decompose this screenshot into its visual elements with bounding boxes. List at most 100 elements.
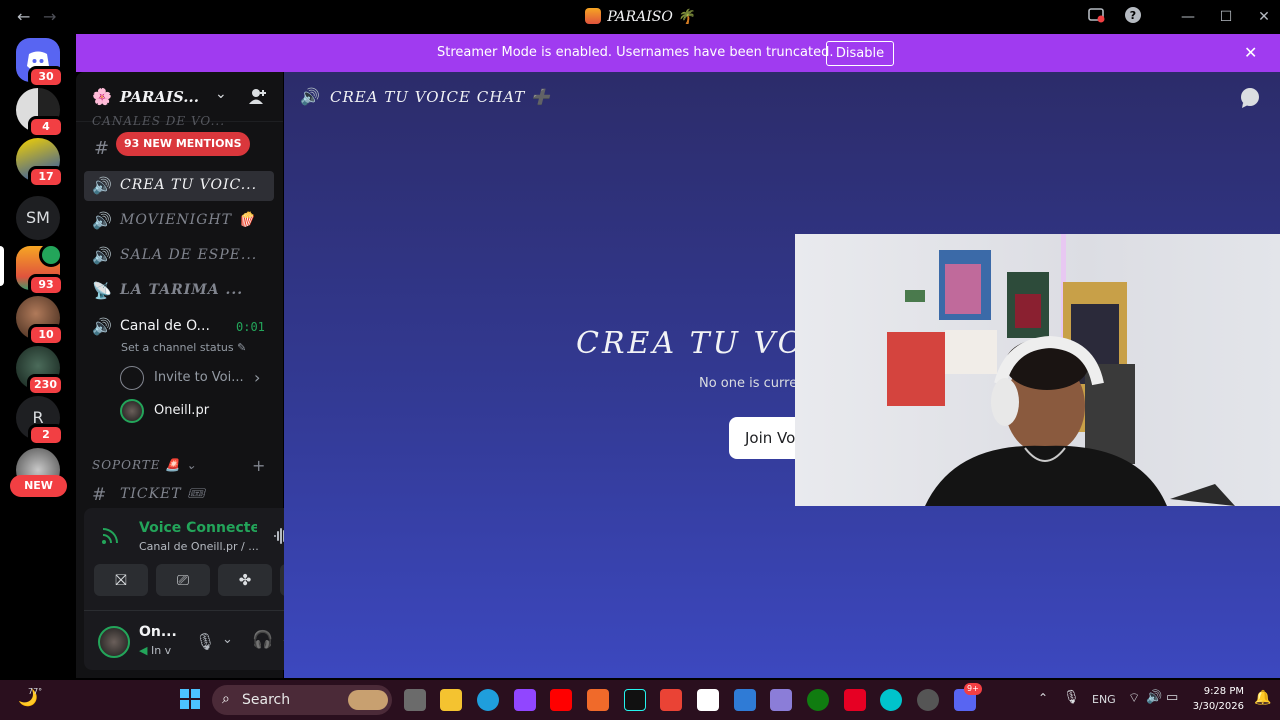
channel-canal-de-oneill[interactable]: 🔊 Canal de O... 0:01 <box>84 312 274 342</box>
volume-icon[interactable]: 🔊 <box>1146 690 1162 705</box>
channel-sala-de-espera[interactable]: 🔊 SALA DE ESPE... <box>84 241 274 271</box>
server-icon-r[interactable]: R 2 <box>16 396 64 446</box>
chevron-right-icon: › <box>254 368 261 387</box>
chevron-down-icon: ⌄ <box>186 458 198 472</box>
chat-bubble-icon[interactable] <box>1239 87 1261 113</box>
close-icon[interactable]: ✕ <box>1244 43 1257 62</box>
edge-icon[interactable] <box>477 689 499 711</box>
help-icon[interactable]: ? <box>1122 6 1144 28</box>
notification-bell-icon[interactable]: 🔔 <box>1254 690 1271 706</box>
clock-date[interactable]: 3/30/2026 <box>1190 701 1244 712</box>
channel-crea-tu-voice[interactable]: 🔊 CREA TU VOIC... <box>84 171 274 201</box>
pencil-icon: ✎ <box>237 341 247 354</box>
capcut-icon[interactable] <box>697 689 719 711</box>
close-window-button[interactable]: ✕ <box>1253 6 1275 28</box>
add-member-icon[interactable] <box>248 86 268 110</box>
store-icon[interactable] <box>734 689 756 711</box>
channel-label: LA TARIMA ... <box>120 282 244 298</box>
server-icon-1[interactable]: 4 <box>16 88 64 138</box>
screen-share-button[interactable]: ⎚ <box>156 564 210 596</box>
invite-to-voice[interactable]: Invite to Voi... › <box>120 366 270 390</box>
stage-icon: 📡 <box>92 281 112 300</box>
speaker-icon: ◀ <box>139 644 148 657</box>
channel-ticket[interactable]: # TICKET 🎟 <box>84 482 274 508</box>
voice-create-icon: 🔊 <box>92 176 112 195</box>
channel-movienight[interactable]: 🔊 MOVIENIGHT 🍿 <box>84 206 274 236</box>
microphone-icon[interactable]: 🎙 <box>1063 690 1080 705</box>
server-icon-6[interactable]: 230 <box>16 346 64 396</box>
battery-icon[interactable]: ▭ <box>1166 690 1178 705</box>
taskbar-search[interactable]: ⌕ Search <box>212 685 392 715</box>
webcam-overlay <box>795 234 1280 506</box>
discord-home-button[interactable]: 30 <box>16 38 64 88</box>
speaker-icon <box>39 243 63 267</box>
activities-button[interactable]: ✤ <box>218 564 272 596</box>
app-icon[interactable] <box>770 689 792 711</box>
user-status: ◀ In v <box>139 644 171 657</box>
hash-icon: # <box>92 485 107 505</box>
canva-icon[interactable] <box>880 689 902 711</box>
chevron-down-icon[interactable]: ⌄ <box>222 632 233 647</box>
language-indicator[interactable]: ENG <box>1092 693 1116 706</box>
disable-streamer-mode-button[interactable]: Disable <box>826 41 894 66</box>
home-badge: 30 <box>28 66 64 88</box>
microphone-icon[interactable]: 🎙 <box>195 632 215 651</box>
server-icon-2[interactable]: 17 <box>16 138 64 188</box>
user-name[interactable]: On... <box>139 624 177 640</box>
youtube-icon[interactable] <box>550 689 572 711</box>
task-view-icon[interactable] <box>404 689 426 711</box>
minimize-button[interactable]: — <box>1177 6 1199 28</box>
server-icon-sm[interactable]: SM <box>16 196 60 240</box>
camera-toggle-button[interactable]: ⛝ <box>94 564 148 596</box>
category-label: SOPORTE 🚨 <box>92 458 182 472</box>
category-soporte[interactable]: SOPORTE 🚨 ⌄ <box>92 458 197 472</box>
new-mentions-pill[interactable]: 93 NEW MENTIONS <box>116 132 250 156</box>
maximize-button[interactable]: ☐ <box>1215 6 1237 28</box>
channel-status-label: Set a channel status <box>121 341 234 354</box>
server-icon-5[interactable]: 10 <box>16 296 64 346</box>
inbox-icon[interactable] <box>1085 6 1107 28</box>
category-voice[interactable]: CANALES DE VO... <box>92 114 225 128</box>
hash-icon: # <box>94 138 110 159</box>
avatar <box>120 399 144 423</box>
copilot-icon[interactable] <box>587 689 609 711</box>
server-icon-paraiso[interactable]: 93 <box>16 243 64 296</box>
channel-label: SALA DE ESPE... <box>120 247 258 263</box>
add-channel-icon[interactable]: + <box>252 456 265 475</box>
obs-icon[interactable] <box>917 689 939 711</box>
voice-timer: 0:01 <box>236 320 265 334</box>
channel-label: MOVIENIGHT 🍿 <box>120 212 256 228</box>
signal-icon <box>100 526 120 550</box>
wifi-icon[interactable]: ⌔ <box>1128 690 1140 706</box>
gmail-icon[interactable] <box>660 689 682 711</box>
server-badge: 17 <box>28 166 64 188</box>
avatar[interactable] <box>98 626 130 658</box>
discord-taskbar-icon[interactable]: 9+ <box>954 683 982 711</box>
locked-voice-icon: 🔊 <box>92 211 112 230</box>
search-highlight-image <box>348 690 388 710</box>
channel-label: Canal de O... <box>120 318 210 334</box>
clock-time[interactable]: 9:28 PM <box>1200 686 1244 697</box>
selected-server-pill <box>0 246 4 286</box>
windows-start-icon[interactable] <box>180 689 200 713</box>
tiktok-icon[interactable] <box>624 689 646 711</box>
file-explorer-icon[interactable] <box>440 689 462 711</box>
voice-status[interactable]: Voice Connected <box>139 520 257 536</box>
channel-la-tarima[interactable]: 📡 LA TARIMA ... <box>84 276 274 306</box>
chevron-down-icon[interactable]: ⌄ <box>215 86 227 102</box>
invite-label: Invite to Voi... <box>154 370 244 385</box>
voice-member[interactable]: Oneill.pr <box>120 399 270 423</box>
streamer-mode-banner: Streamer Mode is enabled. Usernames have… <box>76 34 1280 72</box>
server-badge: 4 <box>28 116 64 138</box>
screen-share-icon: ⎚ <box>176 571 189 589</box>
new-unreads-pill[interactable]: NEW <box>10 475 67 497</box>
chevron-up-icon[interactable]: ⌃ <box>1038 691 1048 705</box>
voice-channel-name[interactable]: Canal de Oneill.pr / ... <box>139 540 259 553</box>
server-badge: 10 <box>28 324 64 346</box>
set-channel-status[interactable]: Set a channel status ✎ <box>121 341 246 354</box>
twitch-icon[interactable] <box>514 689 536 711</box>
pinterest-icon[interactable] <box>844 689 866 711</box>
headphones-icon[interactable]: 🎧 <box>252 630 273 650</box>
xbox-icon[interactable] <box>807 689 829 711</box>
activities-icon: ✤ <box>238 571 252 589</box>
